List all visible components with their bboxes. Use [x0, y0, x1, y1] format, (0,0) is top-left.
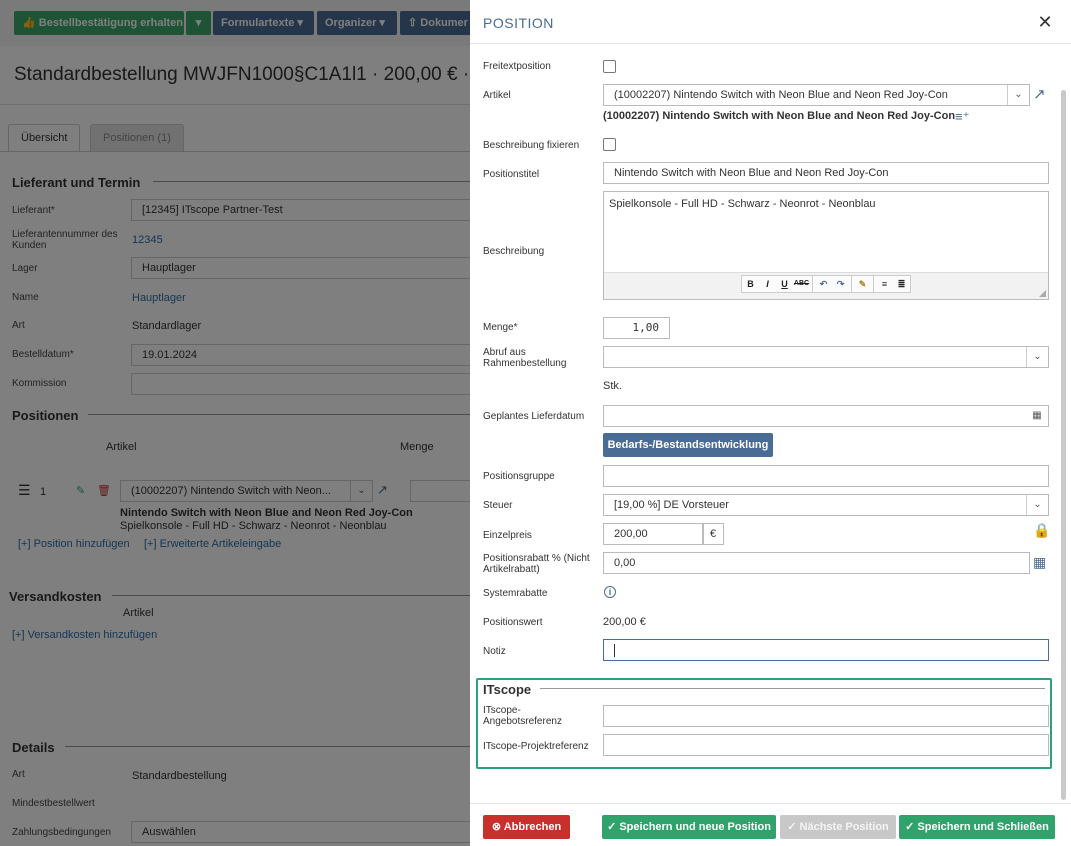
description-editor[interactable]: Spielkonsole - Full HD - Schwarz - Neonr… [603, 191, 1049, 300]
check-icon: ✓ [905, 821, 915, 833]
position-title-input[interactable]: Nintendo Switch with Neon Blue and Neon … [603, 162, 1049, 184]
chevron-down-icon: ⌄ [1007, 85, 1029, 105]
itscope-heading: ITscope [483, 682, 532, 697]
calendar-icon[interactable]: ▦ [1026, 406, 1048, 426]
itscope-offer-input[interactable] [603, 705, 1049, 727]
italic-button[interactable]: I [759, 276, 776, 292]
system-discount-label: Systemrabatte [483, 588, 548, 599]
delivery-date-input[interactable]: ▦ [603, 405, 1049, 427]
article-select[interactable]: (10002207) Nintendo Switch with Neon Blu… [603, 84, 1030, 106]
chevron-down-icon: ⌄ [1026, 495, 1048, 515]
call-off-select[interactable]: ⌄ [603, 346, 1049, 368]
divider [812, 276, 813, 292]
cancel-icon: ⊗ [491, 821, 502, 833]
strikethrough-button[interactable]: ABC [793, 276, 810, 292]
redo-icon[interactable]: ↷ [832, 276, 849, 292]
clear-format-icon[interactable]: ✎ [854, 276, 871, 292]
divider [873, 276, 874, 292]
note-input[interactable] [603, 639, 1049, 661]
lock-icon[interactable]: 🔒 [1033, 522, 1050, 539]
bold-button[interactable]: B [742, 276, 759, 292]
save-close-button[interactable]: ✓ Speichern und Schließen [899, 815, 1055, 839]
description-text[interactable]: Spielkonsole - Full HD - Schwarz - Neonr… [609, 198, 876, 210]
external-link-icon[interactable]: ↗ [1033, 85, 1046, 103]
position-group-input[interactable] [603, 465, 1049, 487]
currency-addon: € [703, 523, 724, 545]
cancel-button[interactable]: ⊗ Abbrechen [483, 815, 570, 839]
call-off-label: Abruf aus Rahmenbestellung [483, 347, 567, 369]
description-label: Beschreibung [483, 246, 545, 257]
chevron-down-icon: ⌄ [1026, 347, 1048, 367]
itscope-project-input[interactable] [603, 734, 1049, 756]
undo-icon[interactable]: ↶ [815, 276, 832, 292]
itscope-project-label: ITscope-Projektreferenz [483, 741, 589, 752]
scrollbar[interactable] [1061, 90, 1066, 800]
tax-label: Steuer [483, 500, 513, 511]
unit-price-input[interactable]: 200,00 [603, 523, 703, 545]
position-title-label: Positionstitel [483, 169, 540, 180]
freetext-label: Freitextposition [483, 61, 551, 72]
divider [470, 43, 1071, 44]
calculator-icon[interactable]: ▦ [1033, 554, 1046, 571]
discount-input[interactable]: 0,00 [603, 552, 1030, 574]
note-label: Notiz [483, 646, 506, 657]
editor-toolbar: B I U ABC ↶ ↷ ✎ ≡ ≣ [604, 272, 1048, 299]
divider [851, 276, 852, 292]
fix-description-checkbox[interactable] [603, 138, 616, 151]
delivery-date-label: Geplantes Lieferdatum [483, 411, 585, 422]
bullet-list-icon[interactable]: ≡ [876, 276, 893, 292]
position-value: 200,00 € [603, 616, 646, 628]
next-position-button[interactable]: ✓ Nächste Position [780, 815, 896, 839]
fix-description-label: Beschreibung fixieren [483, 140, 580, 151]
quantity-label: Menge* [483, 322, 518, 333]
position-group-label: Positionsgruppe [483, 471, 555, 482]
unit-price-label: Einzelpreis [483, 530, 532, 541]
check-icon: ✓ [607, 821, 617, 833]
article-name: (10002207) Nintendo Switch with Neon Blu… [603, 110, 956, 122]
close-icon[interactable]: ✕ [1035, 12, 1055, 32]
position-dialog: POSITION ✕ Freitextposition Artikel (100… [470, 0, 1071, 846]
discount-label: Positionsrabatt % (Nicht Artikelrabatt) [483, 553, 590, 575]
check-icon: ✓ [787, 821, 797, 833]
resize-handle-icon[interactable] [1039, 290, 1046, 297]
demand-development-button[interactable]: Bedarfs-/Bestandsentwicklung [603, 433, 773, 457]
add-to-list-icon[interactable]: ≡⁺ [955, 109, 969, 125]
editor-tools: B I U ABC ↶ ↷ ✎ ≡ ≣ [741, 275, 911, 293]
divider [540, 688, 1045, 689]
article-label: Artikel [483, 90, 511, 101]
info-icon[interactable]: i [604, 586, 616, 598]
numbered-list-icon[interactable]: ≣ [893, 276, 910, 292]
dialog-title: POSITION [483, 15, 554, 31]
underline-button[interactable]: U [776, 276, 793, 292]
save-new-button[interactable]: ✓ Speichern und neue Position [602, 815, 776, 839]
position-value-label: Positionswert [483, 617, 543, 628]
itscope-offer-label: ITscope-Angebotsreferenz [483, 705, 562, 727]
divider [470, 803, 1071, 804]
unit-label: Stk. [603, 380, 622, 392]
tax-select[interactable]: [19,00 %] DE Vorsteuer ⌄ [603, 494, 1049, 516]
text-cursor [614, 643, 615, 657]
quantity-input[interactable]: 1,00 [603, 317, 670, 339]
freetext-checkbox[interactable] [603, 60, 616, 73]
